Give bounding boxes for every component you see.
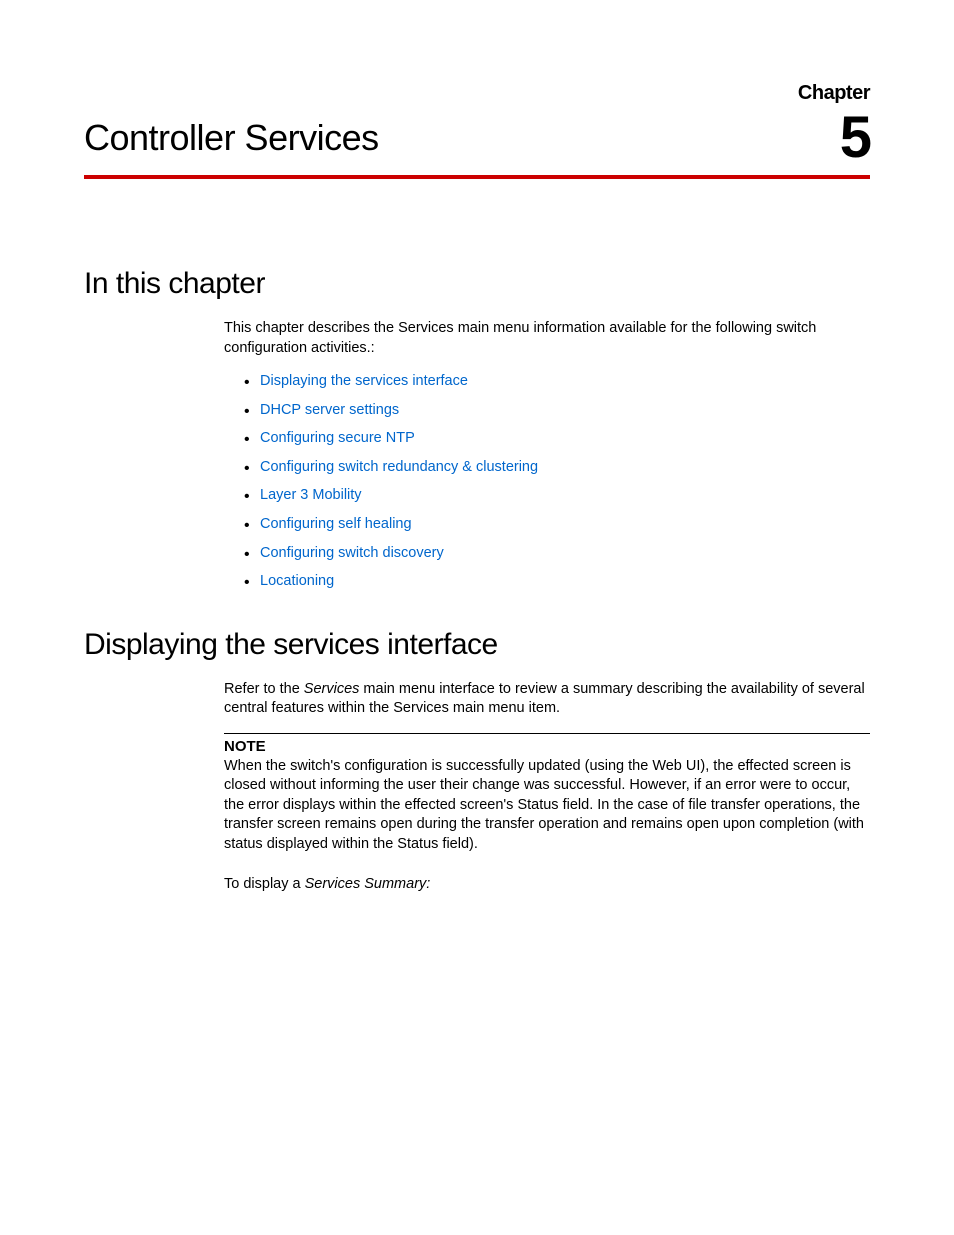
text-fragment: Refer to the bbox=[224, 681, 304, 697]
chapter-indicator: Chapter 5 bbox=[798, 82, 870, 167]
italic-text: Services bbox=[304, 681, 360, 697]
note-body: When the switch's configuration is succe… bbox=[224, 757, 870, 855]
list-item: Layer 3 Mobility bbox=[244, 486, 870, 506]
section-heading-in-this-chapter: In this chapter bbox=[84, 267, 870, 301]
list-item: Configuring switch discovery bbox=[244, 544, 870, 564]
toc-link-redundancy-clustering[interactable]: Configuring switch redundancy & clusteri… bbox=[260, 459, 538, 475]
list-item: Configuring secure NTP bbox=[244, 429, 870, 449]
chapter-number: 5 bbox=[798, 109, 870, 167]
toc-link-list: Displaying the services interface DHCP s… bbox=[224, 372, 870, 592]
title-rule bbox=[84, 175, 870, 179]
note-label: NOTE bbox=[224, 738, 870, 755]
toc-link-secure-ntp[interactable]: Configuring secure NTP bbox=[260, 430, 415, 446]
services-summary-lead: To display a Services Summary: bbox=[224, 875, 870, 895]
list-item: Locationing bbox=[244, 572, 870, 592]
intro-paragraph: This chapter describes the Services main… bbox=[224, 319, 870, 358]
displaying-services-content: Refer to the Services main menu interfac… bbox=[224, 680, 870, 895]
section-heading-displaying-services: Displaying the services interface bbox=[84, 628, 870, 662]
toc-link-displaying-services[interactable]: Displaying the services interface bbox=[260, 373, 468, 389]
toc-link-switch-discovery[interactable]: Configuring switch discovery bbox=[260, 545, 444, 561]
displaying-intro-paragraph: Refer to the Services main menu interfac… bbox=[224, 680, 870, 719]
list-item: Configuring switch redundancy & clusteri… bbox=[244, 458, 870, 478]
toc-link-dhcp-server[interactable]: DHCP server settings bbox=[260, 402, 399, 418]
toc-link-layer3-mobility[interactable]: Layer 3 Mobility bbox=[260, 487, 362, 503]
note-top-rule bbox=[224, 733, 870, 734]
list-item: Displaying the services interface bbox=[244, 372, 870, 392]
text-fragment: To display a bbox=[224, 876, 305, 892]
italic-text: Services Summary: bbox=[305, 876, 431, 892]
toc-link-self-healing[interactable]: Configuring self healing bbox=[260, 516, 412, 532]
page-title: Controller Services bbox=[84, 117, 379, 167]
list-item: Configuring self healing bbox=[244, 515, 870, 535]
toc-link-locationing[interactable]: Locationing bbox=[260, 573, 334, 589]
chapter-header: Controller Services Chapter 5 bbox=[84, 82, 870, 167]
chapter-label: Chapter bbox=[798, 82, 870, 105]
list-item: DHCP server settings bbox=[244, 401, 870, 421]
in-this-chapter-content: This chapter describes the Services main… bbox=[224, 319, 870, 592]
